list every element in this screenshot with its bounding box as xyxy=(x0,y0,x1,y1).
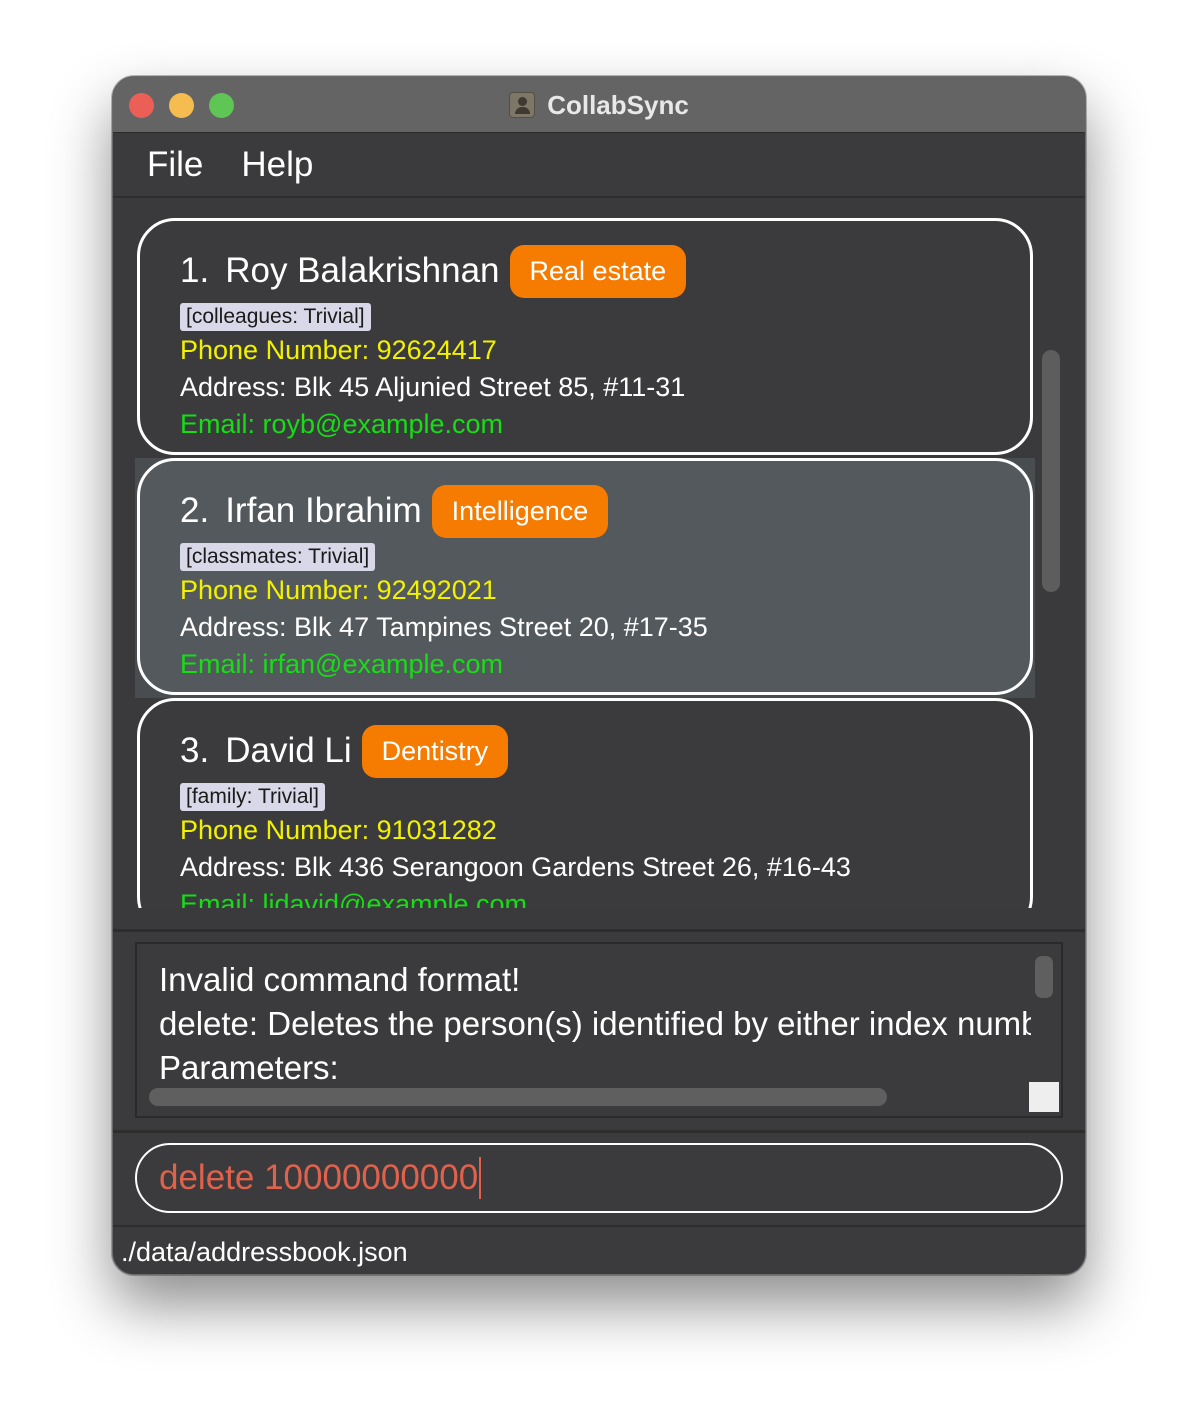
result-panel: Invalid command format! delete: Deletes … xyxy=(113,932,1085,1130)
contacts-app-icon xyxy=(509,92,536,118)
name-line: 2. Irfan Ibrahim Intelligence xyxy=(180,484,1030,538)
person-address: Address: Blk 45 Aljunied Street 85, #11-… xyxy=(180,372,686,402)
title-wrap: CollabSync xyxy=(113,77,1085,133)
person-address: Address: Blk 436 Serangoon Gardens Stree… xyxy=(180,852,851,882)
person-tag: [classmates: Trivial] xyxy=(180,543,376,571)
person-card: 3. David Li Dentistry [family: Trivial] … xyxy=(137,698,1033,908)
text-caret xyxy=(479,1157,482,1199)
status-bar: ./data/addressbook.json xyxy=(113,1227,1085,1274)
result-line: Parameters: xyxy=(159,1049,339,1086)
name-line: 1. Roy Balakrishnan Real estate xyxy=(180,244,1030,298)
person-badge: Dentistry xyxy=(361,724,509,778)
person-email: Email: irfan@example.com xyxy=(180,649,504,679)
scroll-corner xyxy=(1029,1082,1059,1112)
person-card: 2. Irfan Ibrahim Intelligence [classmate… xyxy=(137,458,1033,695)
save-location: ./data/addressbook.json xyxy=(121,1237,408,1267)
person-list-item[interactable]: 3. David Li Dentistry [family: Trivial] … xyxy=(135,698,1035,908)
person-list[interactable]: 1. Roy Balakrishnan Real estate [colleag… xyxy=(135,218,1035,908)
person-badge: Real estate xyxy=(509,244,687,298)
person-card: 1. Roy Balakrishnan Real estate [colleag… xyxy=(137,218,1033,455)
person-index: 1. xyxy=(180,251,210,290)
result-horizontal-scrollbar[interactable] xyxy=(149,1088,887,1106)
person-email: Email: royb@example.com xyxy=(180,409,504,439)
person-list-panel: 1. Roy Balakrishnan Real estate [colleag… xyxy=(113,200,1085,930)
person-badge: Intelligence xyxy=(431,484,609,538)
person-name: Irfan Ibrahim xyxy=(225,491,422,530)
result-display[interactable]: Invalid command format! delete: Deletes … xyxy=(135,942,1063,1118)
app-window: CollabSync File Help 1. Roy Balakrishnan… xyxy=(112,76,1086,1275)
result-text: Invalid command format! delete: Deletes … xyxy=(159,958,1031,1088)
person-name: David Li xyxy=(225,731,352,770)
person-phone: Phone Number: 92624417 xyxy=(180,335,497,365)
menu-help[interactable]: Help xyxy=(241,145,313,185)
person-phone: Phone Number: 92492021 xyxy=(180,575,497,605)
result-line: delete: Deletes the person(s) identified… xyxy=(159,1005,1031,1042)
person-address: Address: Blk 47 Tampines Street 20, #17-… xyxy=(180,612,708,642)
name-line: 3. David Li Dentistry xyxy=(180,724,1030,778)
result-line: Invalid command format! xyxy=(159,961,521,998)
title-bar: CollabSync xyxy=(113,77,1085,133)
window-title: CollabSync xyxy=(547,89,689,120)
command-text: delete 10000000000 xyxy=(159,1158,479,1197)
menu-file[interactable]: File xyxy=(147,145,203,185)
menu-bar: File Help xyxy=(113,134,1085,198)
person-name: Roy Balakrishnan xyxy=(225,251,500,290)
person-index: 3. xyxy=(180,731,210,770)
person-list-item[interactable]: 1. Roy Balakrishnan Real estate [colleag… xyxy=(135,218,1035,458)
person-email: Email: lidavid@example.com xyxy=(180,889,528,908)
result-vertical-scrollbar[interactable] xyxy=(1035,956,1053,998)
person-tag: [colleagues: Trivial] xyxy=(180,303,371,331)
person-index: 2. xyxy=(180,491,210,530)
person-phone: Phone Number: 91031282 xyxy=(180,815,497,845)
person-list-scrollbar[interactable] xyxy=(1042,350,1060,592)
command-panel: delete 10000000000 xyxy=(113,1133,1085,1225)
person-tag: [family: Trivial] xyxy=(180,783,326,811)
command-input[interactable]: delete 10000000000 xyxy=(135,1143,1063,1213)
person-list-item-selected[interactable]: 2. Irfan Ibrahim Intelligence [classmate… xyxy=(135,458,1035,698)
